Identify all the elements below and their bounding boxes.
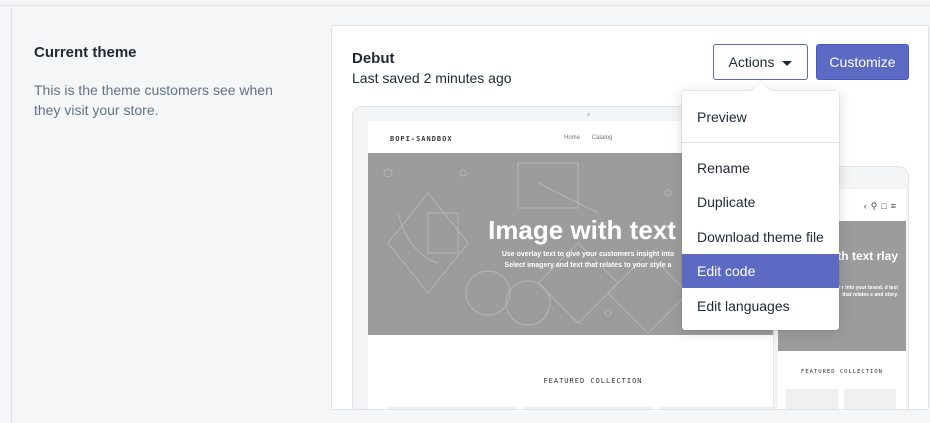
- product-card: [524, 407, 652, 409]
- theme-last-saved: Last saved 2 minutes ago: [352, 70, 512, 86]
- menu-item-duplicate[interactable]: Duplicate: [682, 185, 839, 219]
- menu-divider: [682, 142, 839, 143]
- top-border: [0, 0, 930, 6]
- menu-item-rename[interactable]: Rename: [682, 151, 839, 185]
- featured-collection-label: FEATURED COLLECTION: [543, 377, 643, 385]
- product-row: [388, 407, 778, 409]
- actions-button-label: Actions: [728, 54, 775, 70]
- store-nav-catalog: Catalog: [591, 135, 613, 141]
- menu-icon: ≡: [890, 201, 900, 211]
- actions-menu: Preview Rename Duplicate Download theme …: [682, 81, 839, 330]
- store-nav-home: Home: [564, 135, 581, 141]
- menu-item-edit-languages[interactable]: Edit languages: [682, 289, 839, 323]
- bag-icon: □: [881, 201, 891, 211]
- section-title: Current theme: [34, 44, 137, 61]
- theme-name: Debut: [352, 50, 395, 67]
- mobile-featured-label: FEATURED COLLECTION: [801, 369, 883, 375]
- chevron-left-icon: ‹: [863, 201, 871, 211]
- menu-item-edit-code[interactable]: Edit code: [682, 254, 839, 288]
- store-name: BOPI-SANDBOX: [390, 135, 453, 143]
- camera-dot: [587, 113, 590, 116]
- section-description: This is the theme customers see when the…: [34, 82, 273, 118]
- search-icon: ⚲: [870, 201, 882, 211]
- left-gutter: [0, 8, 12, 423]
- actions-button[interactable]: Actions: [713, 44, 808, 80]
- product-card: [660, 407, 778, 409]
- current-theme-card: Debut Last saved 2 minutes ago Actions C…: [331, 25, 929, 410]
- product-card: [388, 407, 516, 409]
- chevron-down-icon: [782, 60, 793, 66]
- store-nav: Home Catalog: [564, 135, 622, 141]
- customize-button[interactable]: Customize: [816, 44, 909, 80]
- mobile-header-icons: ‹⚲□≡: [864, 201, 900, 212]
- menu-item-download-theme[interactable]: Download theme file: [682, 220, 839, 254]
- mobile-product-card: [786, 389, 838, 409]
- menu-item-preview[interactable]: Preview: [682, 100, 839, 134]
- mobile-product-card: [844, 389, 896, 409]
